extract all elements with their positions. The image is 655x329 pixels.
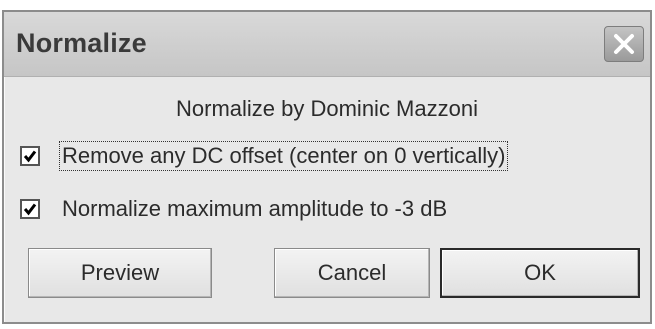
- window-title: Normalize: [16, 28, 147, 58]
- remove-dc-offset-checkbox[interactable]: [20, 146, 40, 166]
- checkmark-icon: [23, 150, 37, 163]
- normalize-amplitude-checkbox[interactable]: [20, 199, 40, 219]
- preview-button[interactable]: Preview: [28, 248, 212, 298]
- ok-button[interactable]: OK: [440, 248, 640, 298]
- normalize-amplitude-label[interactable]: Normalize maximum amplitude to -3 dB: [60, 195, 449, 223]
- cancel-button[interactable]: Cancel: [274, 248, 430, 298]
- checkmark-icon: [23, 203, 37, 216]
- title-bar[interactable]: Normalize: [4, 12, 650, 77]
- plugin-credit: Normalize by Dominic Mazzoni: [176, 96, 478, 121]
- close-button[interactable]: [604, 26, 644, 62]
- normalize-dialog: Normalize Normalize by Dominic Mazzoni R…: [2, 10, 652, 324]
- remove-dc-offset-label[interactable]: Remove any DC offset (center on 0 vertic…: [58, 141, 509, 171]
- close-icon: [614, 34, 634, 54]
